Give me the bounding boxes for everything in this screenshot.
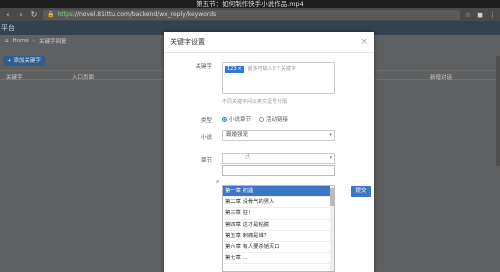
scrollbar[interactable] (496, 56, 500, 166)
browser-toolbar: ‹ › ↻ 🔒 https://novel.81ittu.com/backend… (0, 8, 500, 21)
dropdown-scrollbar[interactable] (330, 186, 334, 271)
type-option-chapter-label: 小说章节 (229, 117, 252, 123)
video-title-bar: 第五节：如何制作快手小说作品.mp4 (0, 0, 500, 8)
mouse-cursor-icon: ☝ (245, 152, 250, 161)
submit-button[interactable]: 提交 (351, 186, 371, 197)
keyword-hint: 不同关键字间以英文逗号分隔 (222, 99, 288, 105)
list-item[interactable]: 第七章 ... (223, 253, 334, 265)
list-item[interactable]: 第四章 这才是粘腻 (223, 220, 334, 231)
video-title: 第五节：如何制作快手小说作品.mp4 (196, 0, 304, 8)
novel-select[interactable]: 霸婚强宠 ▾ (222, 130, 335, 141)
extension-icon[interactable]: ◼ (477, 11, 483, 19)
search-icon: ⌕ (216, 178, 220, 185)
chevron-down-icon: ▾ (329, 155, 332, 161)
breadcrumb-separator: › (32, 38, 35, 44)
chapter-dropdown-list[interactable]: 第一章 初遇 第二章 没骨气的男人 第三章 狂！ 第四章 这才是粘腻 第五章 刺… (222, 185, 335, 272)
close-icon[interactable]: × (360, 37, 368, 47)
keyword-input[interactable]: 123 × 最多可输入5个关键字 (222, 62, 335, 94)
novel-selected-value: 霸婚强宠 (226, 132, 249, 138)
list-item[interactable]: 第一章 初遇 (223, 186, 334, 198)
list-item[interactable]: 第五章 刺痛是谁？ (223, 231, 334, 242)
type-option-activity[interactable]: 活动链接 (259, 115, 288, 123)
list-item[interactable]: 第六章 有人要杀她灭口 (223, 242, 334, 254)
type-option-chapter[interactable]: 小说章节 (222, 115, 251, 123)
url-scheme: https (57, 11, 73, 18)
reload-icon[interactable]: ↻ (30, 10, 38, 19)
list-item[interactable]: 第二章 没骨气的男人 (223, 197, 334, 209)
breadcrumb-home[interactable]: Home (13, 38, 29, 44)
keyword-placeholder: 最多可输入5个关键字 (247, 66, 296, 72)
radio-checked-icon[interactable] (222, 117, 227, 122)
column-keyword: 关键字 (6, 75, 23, 81)
back-icon[interactable]: ‹ (4, 10, 12, 19)
menu-icon[interactable]: ⋮ (489, 11, 496, 19)
star-icon[interactable]: ☆ (465, 11, 471, 19)
url-path: ://novel.81ittu.com/backend/wx_reply/key… (72, 11, 217, 18)
keyword-label: 关键字 (195, 64, 212, 70)
keyword-tag-text: 123 (227, 66, 237, 72)
type-option-activity-label: 活动链接 (266, 117, 289, 123)
tag-remove-icon[interactable]: × (238, 66, 242, 72)
breadcrumb-current: 关键字回复 (38, 39, 67, 45)
modal-header: 关键字设置 × (164, 32, 374, 53)
chapter-select[interactable]: ▾ (222, 153, 335, 164)
type-radio-group: 小说章节 活动链接 (222, 115, 288, 123)
add-keyword-button[interactable]: + 添加关键字 (3, 56, 45, 66)
app-title: 平台 (1, 24, 15, 32)
home-icon[interactable]: ⌂ (5, 38, 9, 44)
list-item[interactable]: 第三章 狂！ (223, 208, 334, 220)
column-entry-page: 入口页面 (72, 75, 95, 81)
lock-icon: 🔒 (47, 11, 55, 18)
chapter-label: 章节 (200, 158, 212, 164)
type-label: 类型 (200, 118, 212, 124)
novel-label: 小说 (200, 135, 212, 141)
keyword-settings-modal: 关键字设置 × 关键字 123 × 最多可输入5个关键字 不同关键字间以英文逗号分… (164, 32, 374, 272)
address-bar[interactable]: 🔒 https://novel.81ittu.com/backend/wx_re… (43, 9, 460, 20)
chevron-down-icon: ▾ (329, 132, 332, 138)
chapter-search-input[interactable] (222, 165, 335, 176)
forward-icon[interactable]: › (17, 10, 25, 19)
radio-unchecked-icon[interactable] (259, 117, 265, 122)
scrollbar-thumb[interactable] (330, 188, 334, 206)
modal-title: 关键字设置 (170, 38, 205, 46)
keyword-tag[interactable]: 123 × (225, 65, 244, 73)
column-new-dialog: 新增对话 (430, 75, 453, 81)
